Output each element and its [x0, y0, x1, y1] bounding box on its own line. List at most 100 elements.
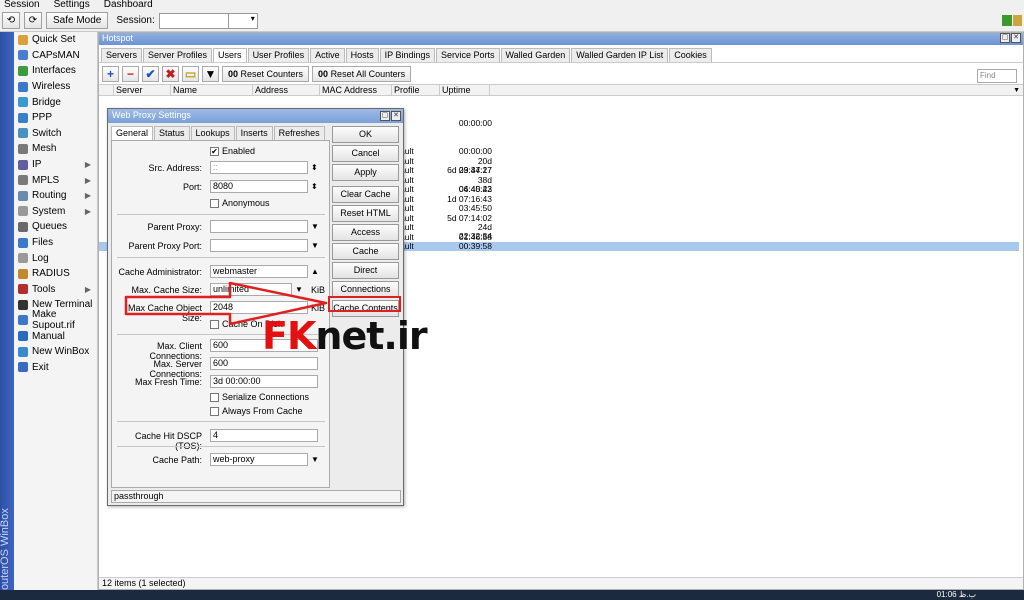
dialog-tab-status[interactable]: Status: [154, 126, 190, 140]
tab-walled-garden-ip-list[interactable]: Walled Garden IP List: [571, 48, 669, 62]
direct-button[interactable]: Direct: [332, 262, 399, 279]
sidebar-item-radius[interactable]: RADIUS: [14, 266, 97, 282]
add-icon[interactable]: +: [102, 65, 119, 82]
col-mac-address[interactable]: MAC Address: [320, 85, 392, 95]
restore-icon[interactable]: ▢: [1000, 33, 1010, 43]
menu-settings[interactable]: Settings: [54, 0, 90, 10]
access-button[interactable]: Access: [332, 224, 399, 241]
tab-service-ports[interactable]: Service Ports: [435, 48, 500, 62]
sidebar-item-tools[interactable]: Tools ▶: [14, 282, 97, 298]
max-cache-size-input[interactable]: unlimited: [210, 283, 292, 296]
cache-admin-input[interactable]: webmaster: [210, 265, 308, 278]
parent-proxy-dropdown-icon[interactable]: ▼: [311, 222, 319, 231]
col-profile[interactable]: Profile: [392, 85, 440, 95]
parent-proxy-port-dropdown-icon[interactable]: ▼: [311, 241, 319, 250]
find-input[interactable]: Find: [977, 69, 1017, 83]
tab-ip-bindings[interactable]: IP Bindings: [379, 48, 435, 62]
sidebar-item-wireless[interactable]: Wireless: [14, 79, 97, 95]
port-toggle-icon[interactable]: ⬍: [311, 182, 318, 191]
cache-button[interactable]: Cache: [332, 243, 399, 260]
sidebar-item-label: Mesh: [32, 143, 57, 155]
columns-dropdown-icon[interactable]: ▼: [1013, 87, 1020, 94]
sidebar-item-system[interactable]: System ▶: [14, 204, 97, 220]
cache-path-dropdown-icon[interactable]: ▼: [311, 455, 319, 464]
cache-admin-toggle-icon[interactable]: ▲: [311, 267, 319, 276]
session-dropdown[interactable]: ▾: [227, 12, 258, 29]
sidebar-item-routing[interactable]: Routing ▶: [14, 188, 97, 204]
col-server[interactable]: Server: [114, 85, 171, 95]
close-icon[interactable]: ✕: [1011, 33, 1021, 43]
sidebar-item-manual[interactable]: Manual: [14, 328, 97, 344]
tab-walled-garden[interactable]: Walled Garden: [500, 48, 571, 62]
remove-icon[interactable]: −: [122, 65, 139, 82]
disable-icon[interactable]: ✖: [162, 65, 179, 82]
dialog-tab-general[interactable]: General: [111, 126, 154, 140]
sidebar-item-label: PPP: [32, 112, 53, 124]
comment-icon[interactable]: ▭: [182, 65, 199, 82]
sidebar-item-interfaces[interactable]: Interfaces: [14, 63, 97, 79]
anonymous-checkbox[interactable]: Anonymous: [210, 198, 270, 208]
enable-icon[interactable]: ✔: [142, 65, 159, 82]
tab-cookies[interactable]: Cookies: [669, 48, 712, 62]
dialog-restore-icon[interactable]: ▢: [380, 111, 390, 121]
menu-session[interactable]: Session: [4, 0, 40, 10]
tab-users[interactable]: Users: [213, 48, 247, 62]
redo-button[interactable]: ⟳: [24, 12, 42, 29]
tab-servers[interactable]: Servers: [101, 48, 143, 62]
sidebar-item-mesh[interactable]: Mesh: [14, 141, 97, 157]
tab-user-profiles[interactable]: User Profiles: [247, 48, 310, 62]
cache-path-input[interactable]: web-proxy: [210, 453, 308, 466]
reset-counters-button[interactable]: 00 Reset Counters: [222, 65, 310, 82]
filter-icon[interactable]: ▼: [202, 65, 219, 82]
parent-proxy-port-input[interactable]: [210, 239, 308, 252]
sidebar-item-files[interactable]: Files: [14, 235, 97, 251]
undo-button[interactable]: ⟲: [2, 12, 20, 29]
apply-button[interactable]: Apply: [332, 164, 399, 181]
sidebar-item-label: Queues: [32, 221, 68, 233]
sidebar-item-capsman[interactable]: CAPsMAN: [14, 48, 97, 64]
cancel-button[interactable]: Cancel: [332, 145, 399, 162]
sidebar-item-bridge[interactable]: Bridge: [14, 94, 97, 110]
src-address-toggle-icon[interactable]: ⬍: [311, 163, 318, 172]
port-input[interactable]: 8080: [210, 180, 308, 193]
menu-dashboard[interactable]: Dashboard: [104, 0, 153, 10]
submenu-arrow-icon: ▶: [84, 284, 91, 294]
col-uptime[interactable]: Uptime: [440, 85, 490, 95]
always-from-cache-checkbox[interactable]: Always From Cache: [210, 406, 303, 416]
submenu-arrow-icon: ▶: [84, 160, 91, 170]
src-address-input[interactable]: ::: [210, 161, 308, 174]
sidebar-item-new-winbox[interactable]: New WinBox: [14, 344, 97, 360]
cache-hit-dscp-input[interactable]: 4: [210, 429, 318, 442]
tab-server-profiles[interactable]: Server Profiles: [143, 48, 213, 62]
enabled-checkbox[interactable]: ✔ Enabled: [210, 146, 255, 156]
sidebar-item-log[interactable]: Log: [14, 250, 97, 266]
col-name[interactable]: Name: [171, 85, 253, 95]
max-cache-object-size-input[interactable]: 2048: [210, 301, 308, 314]
dialog-close-icon[interactable]: ✕: [391, 111, 401, 121]
sidebar-item-make-supout-rif[interactable]: Make Supout.rif: [14, 309, 97, 331]
sidebar-item-mpls[interactable]: MPLS ▶: [14, 172, 97, 188]
serialize-connections-checkbox[interactable]: Serialize Connections: [210, 392, 309, 402]
tab-active[interactable]: Active: [310, 48, 345, 62]
reset-all-counters-button[interactable]: 00 Reset All Counters: [312, 65, 412, 82]
sidebar-item-switch[interactable]: Switch: [14, 126, 97, 142]
sidebar-item-queues[interactable]: Queues: [14, 219, 97, 235]
reset-html-button[interactable]: Reset HTML: [332, 205, 399, 222]
safe-mode-button[interactable]: Safe Mode: [46, 12, 109, 29]
parent-proxy-input[interactable]: [210, 220, 308, 233]
sidebar-item-exit[interactable]: Exit: [14, 359, 97, 375]
max-fresh-time-input[interactable]: 3d 00:00:00: [210, 375, 318, 388]
ok-button[interactable]: OK: [332, 126, 399, 143]
max-cache-size-dropdown-icon[interactable]: ▼: [295, 285, 303, 294]
col-address[interactable]: Address: [253, 85, 320, 95]
max-server-connections-input[interactable]: 600: [210, 357, 318, 370]
sidebar-item-quick-set[interactable]: Quick Set: [14, 32, 97, 48]
dialog-tab-inserts[interactable]: Inserts: [235, 126, 273, 140]
clear-cache-button[interactable]: Clear Cache: [332, 186, 399, 203]
sidebar-item-ip[interactable]: IP ▶: [14, 157, 97, 173]
tab-hosts[interactable]: Hosts: [345, 48, 379, 62]
session-input[interactable]: [158, 12, 229, 29]
sidebar-item-ppp[interactable]: PPP: [14, 110, 97, 126]
dialog-tab-refreshes[interactable]: Refreshes: [273, 126, 325, 140]
dialog-tab-lookups[interactable]: Lookups: [190, 126, 235, 140]
